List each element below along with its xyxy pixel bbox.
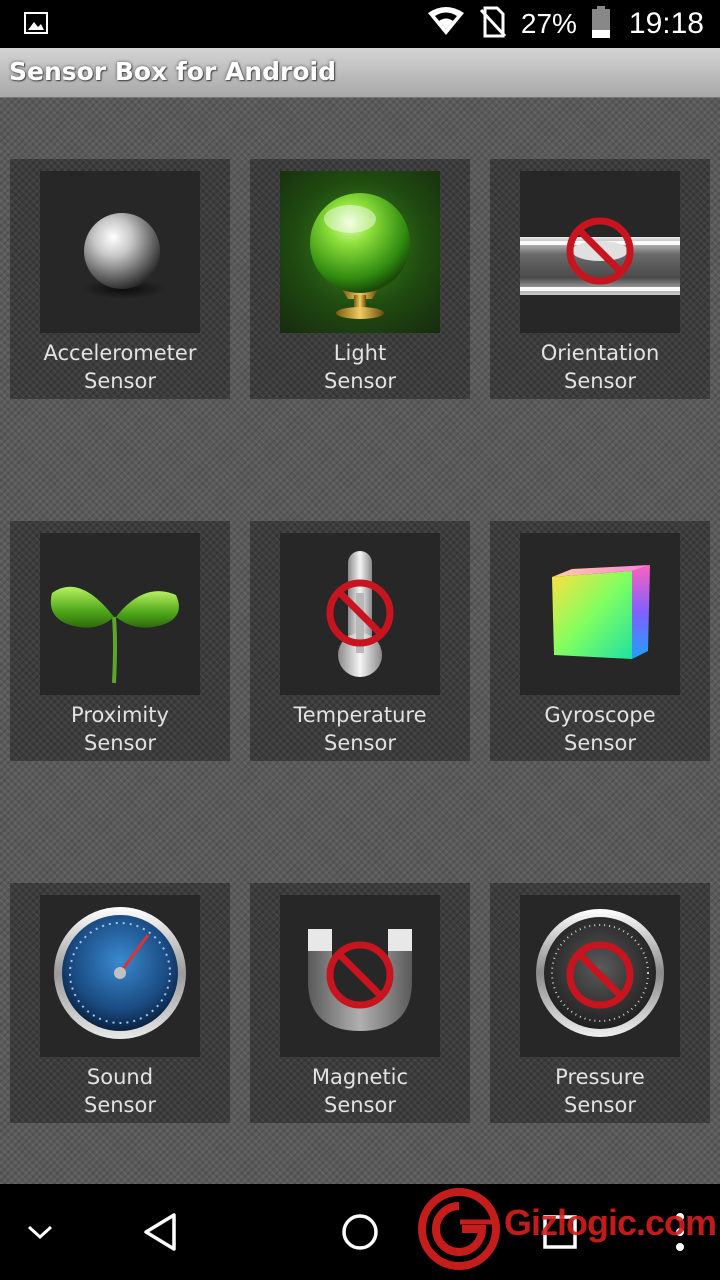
magnet-icon bbox=[280, 895, 440, 1057]
hide-nav-button[interactable] bbox=[16, 1184, 64, 1280]
tile-light[interactable]: Light Sensor bbox=[250, 159, 470, 399]
sensor-label: Pressure Sensor bbox=[555, 1065, 645, 1117]
no-sim-icon bbox=[479, 6, 507, 43]
no-sign-icon bbox=[326, 941, 394, 1009]
tile-proximity[interactable]: Proximity Sensor bbox=[10, 521, 230, 761]
metal-ball-icon bbox=[40, 171, 200, 333]
sensor-label: Accelerometer Sensor bbox=[43, 341, 197, 393]
sensor-label: Magnetic Sensor bbox=[311, 1065, 409, 1117]
crystal-ball-icon bbox=[280, 171, 440, 333]
home-button[interactable] bbox=[336, 1184, 384, 1280]
tile-magnetic[interactable]: Magnetic Sensor bbox=[250, 883, 470, 1123]
speedometer-icon bbox=[40, 895, 200, 1057]
gizlogic-logo-icon bbox=[418, 1188, 500, 1270]
tile-temperature[interactable]: Temperature Sensor bbox=[250, 521, 470, 761]
tile-gyroscope[interactable]: Gyroscope Sensor bbox=[490, 521, 710, 761]
chevron-down-icon bbox=[27, 1225, 53, 1240]
battery-icon bbox=[591, 5, 611, 43]
tile-sound[interactable]: Sound Sensor bbox=[10, 883, 230, 1123]
back-button[interactable] bbox=[136, 1184, 184, 1280]
gizlogic-watermark: Gizlogic.com bbox=[418, 1188, 717, 1270]
gallery-notification-icon bbox=[24, 12, 48, 34]
spirit-level-icon bbox=[520, 171, 680, 333]
app-title-bar: Sensor Box for Android bbox=[0, 48, 720, 98]
watermark-text: Gizlogic.com bbox=[504, 1202, 717, 1243]
wifi-icon bbox=[427, 6, 465, 42]
battery-percent: 27% bbox=[520, 8, 577, 39]
sensor-label: Temperature Sensor bbox=[293, 703, 427, 755]
color-cube-icon bbox=[520, 533, 680, 695]
sensor-label: Light Sensor bbox=[324, 341, 396, 393]
sensor-label: Gyroscope Sensor bbox=[544, 703, 656, 755]
status-bar: 27% 19:18 bbox=[0, 0, 720, 48]
sensor-label: Sound Sensor bbox=[84, 1065, 156, 1117]
sensor-grid: Accelerometer Sensor Light Sensor Orient… bbox=[0, 98, 720, 1184]
home-circle-icon bbox=[342, 1214, 378, 1250]
tile-accelerometer[interactable]: Accelerometer Sensor bbox=[10, 159, 230, 399]
clock: 19:18 bbox=[628, 7, 704, 40]
back-triangle-icon bbox=[144, 1213, 176, 1251]
sprout-icon bbox=[40, 533, 200, 695]
app-title: Sensor Box for Android bbox=[9, 57, 337, 86]
sensor-label: Orientation Sensor bbox=[540, 341, 660, 393]
tile-pressure[interactable]: Pressure Sensor bbox=[490, 883, 710, 1123]
thermometer-icon bbox=[280, 533, 440, 695]
pressure-gauge-icon bbox=[520, 895, 680, 1057]
tile-orientation[interactable]: Orientation Sensor bbox=[490, 159, 710, 399]
sensor-label: Proximity Sensor bbox=[71, 703, 169, 755]
